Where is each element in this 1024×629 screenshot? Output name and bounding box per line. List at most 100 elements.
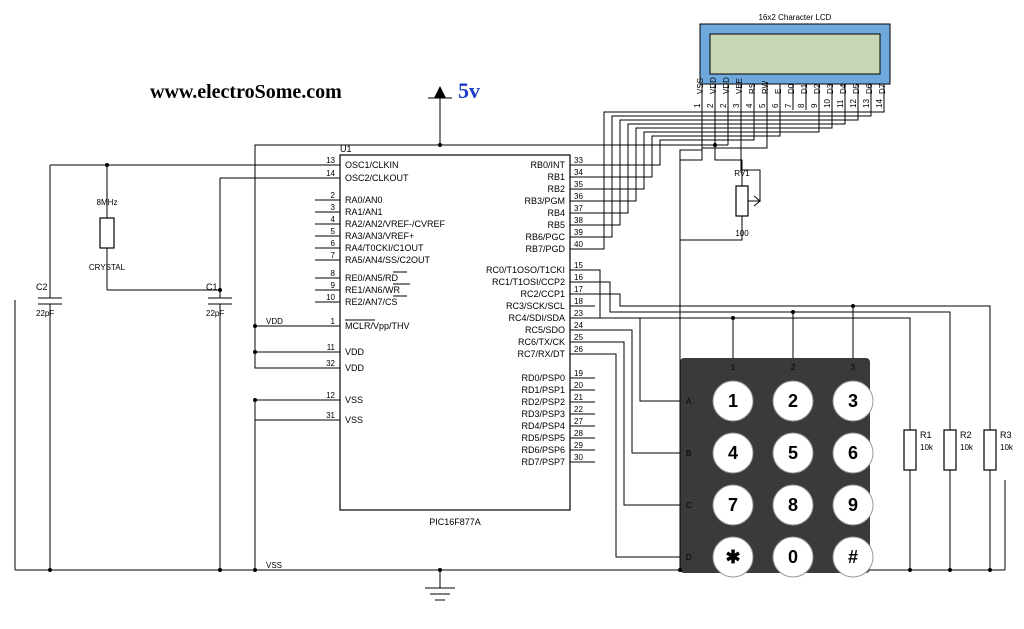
- svg-text:9: 9: [331, 281, 336, 290]
- svg-text:26: 26: [574, 345, 583, 354]
- svg-text:RD4/PSP4: RD4/PSP4: [521, 421, 565, 431]
- svg-text:24: 24: [574, 321, 583, 330]
- svg-text:R2: R2: [960, 430, 972, 440]
- svg-text:3: 3: [848, 391, 858, 411]
- svg-text:D1: D1: [800, 83, 809, 94]
- svg-text:2: 2: [331, 191, 336, 200]
- svg-text:4: 4: [728, 443, 738, 463]
- svg-text:OSC1/CLKIN: OSC1/CLKIN: [345, 160, 399, 170]
- svg-text:B: B: [686, 449, 691, 458]
- svg-text:D2: D2: [813, 83, 822, 94]
- svg-text:RE2/AN7/CS: RE2/AN7/CS: [345, 297, 398, 307]
- svg-text:C: C: [686, 501, 692, 510]
- svg-text:VDD: VDD: [345, 347, 365, 357]
- svg-text:18: 18: [574, 297, 583, 306]
- svg-text:8: 8: [331, 269, 336, 278]
- svg-text:17: 17: [574, 285, 583, 294]
- svg-text:E: E: [774, 89, 783, 94]
- svg-text:RA0/AN0: RA0/AN0: [345, 195, 383, 205]
- svg-text:RC7/RX/DT: RC7/RX/DT: [517, 349, 565, 359]
- svg-text:10k: 10k: [920, 443, 934, 452]
- ground-icon: [425, 568, 455, 600]
- svg-text:VDD: VDD: [345, 363, 365, 373]
- svg-text:VSS: VSS: [696, 78, 705, 94]
- svg-text:VDD: VDD: [709, 77, 718, 94]
- svg-text:11: 11: [836, 99, 845, 108]
- svg-text:D0: D0: [787, 83, 796, 94]
- svg-text:1: 1: [693, 103, 702, 108]
- cap-c1: C1 22pF: [206, 282, 232, 318]
- svg-text:23: 23: [574, 309, 583, 318]
- svg-text:9: 9: [848, 495, 858, 515]
- svg-text:RE1/AN6/WR: RE1/AN6/WR: [345, 285, 401, 295]
- svg-text:12: 12: [849, 99, 858, 108]
- mcu-part: PIC16F877A: [429, 517, 481, 527]
- svg-text:1: 1: [728, 391, 738, 411]
- svg-text:MCLR/Vpp/THV: MCLR/Vpp/THV: [345, 321, 410, 331]
- svg-text:16x2 Character LCD: 16x2 Character LCD: [759, 13, 832, 22]
- svg-text:RB4: RB4: [547, 208, 565, 218]
- svg-text:34: 34: [574, 168, 583, 177]
- svg-text:D7: D7: [878, 83, 887, 94]
- svg-text:2: 2: [791, 363, 796, 372]
- svg-text:11: 11: [327, 343, 336, 352]
- svg-text:4: 4: [745, 103, 754, 108]
- svg-text:13: 13: [326, 156, 335, 165]
- svg-text:C1: C1: [206, 282, 218, 292]
- svg-text:29: 29: [574, 441, 583, 450]
- svg-text:6: 6: [771, 103, 780, 108]
- svg-text:14: 14: [326, 169, 335, 178]
- svg-text:0: 0: [788, 547, 798, 567]
- net-vss: VSS: [266, 561, 282, 570]
- page-title: www.electroSome.com: [150, 81, 342, 103]
- wires-res: [908, 480, 1005, 572]
- svg-text:RA3/AN3/VREF+: RA3/AN3/VREF+: [345, 231, 414, 241]
- svg-text:VDD: VDD: [722, 77, 731, 94]
- svg-text:8: 8: [797, 103, 806, 108]
- svg-text:33: 33: [574, 156, 583, 165]
- svg-text:25: 25: [574, 333, 583, 342]
- svg-text:4: 4: [331, 215, 336, 224]
- svg-text:2: 2: [719, 103, 728, 108]
- svg-text:9: 9: [810, 103, 819, 108]
- svg-text:27: 27: [574, 417, 583, 426]
- svg-text:RB2: RB2: [547, 184, 565, 194]
- pot-rv1: RV1 100: [734, 169, 760, 238]
- svg-text:2: 2: [706, 103, 715, 108]
- svg-text:13: 13: [862, 99, 871, 108]
- svg-text:RD1/PSP1: RD1/PSP1: [521, 385, 565, 395]
- svg-text:12: 12: [326, 391, 335, 400]
- svg-text:RA5/AN4/SS/C2OUT: RA5/AN4/SS/C2OUT: [345, 255, 431, 265]
- svg-text:VEE: VEE: [735, 78, 744, 94]
- svg-text:21: 21: [574, 393, 583, 402]
- svg-text:RC6/TX/CK: RC6/TX/CK: [518, 337, 565, 347]
- svg-text:31: 31: [326, 411, 335, 420]
- svg-text:16: 16: [574, 273, 583, 282]
- svg-text:#: #: [848, 547, 858, 567]
- svg-text:10k: 10k: [960, 443, 974, 452]
- svg-text:OSC2/CLKOUT: OSC2/CLKOUT: [345, 173, 409, 183]
- svg-text:✱: ✱: [725, 547, 740, 567]
- svg-text:RB0/INT: RB0/INT: [530, 160, 565, 170]
- svg-text:40: 40: [574, 240, 583, 249]
- svg-text:5: 5: [788, 443, 798, 463]
- svg-text:3: 3: [331, 203, 336, 212]
- svg-text:RE0/AN5/RD: RE0/AN5/RD: [345, 273, 399, 283]
- svg-text:6: 6: [848, 443, 858, 463]
- mcu-pins-left: 13OSC1/CLKIN 14OSC2/CLKOUT 2RA0/AN0 3RA1…: [315, 156, 446, 425]
- svg-text:1: 1: [331, 317, 336, 326]
- svg-text:RA2/AN2/VREF-/CVREF: RA2/AN2/VREF-/CVREF: [345, 219, 446, 229]
- svg-text:RC1/T1OSI/CCP2: RC1/T1OSI/CCP2: [492, 277, 565, 287]
- svg-text:R3: R3: [1000, 430, 1012, 440]
- svg-text:D3: D3: [826, 83, 835, 94]
- svg-text:14: 14: [875, 99, 884, 108]
- svg-text:6: 6: [331, 239, 336, 248]
- svg-text:RC0/T1OSO/T1CKI: RC0/T1OSO/T1CKI: [486, 265, 565, 275]
- svg-text:2: 2: [788, 391, 798, 411]
- svg-text:20: 20: [574, 381, 583, 390]
- svg-text:10: 10: [823, 99, 832, 108]
- svg-text:37: 37: [574, 204, 583, 213]
- svg-text:D: D: [686, 553, 692, 562]
- mcu-pins-right: RB0/INT33 RB134 RB235 RB3/PGM36 RB437 RB…: [486, 156, 595, 467]
- svg-text:D5: D5: [852, 83, 861, 94]
